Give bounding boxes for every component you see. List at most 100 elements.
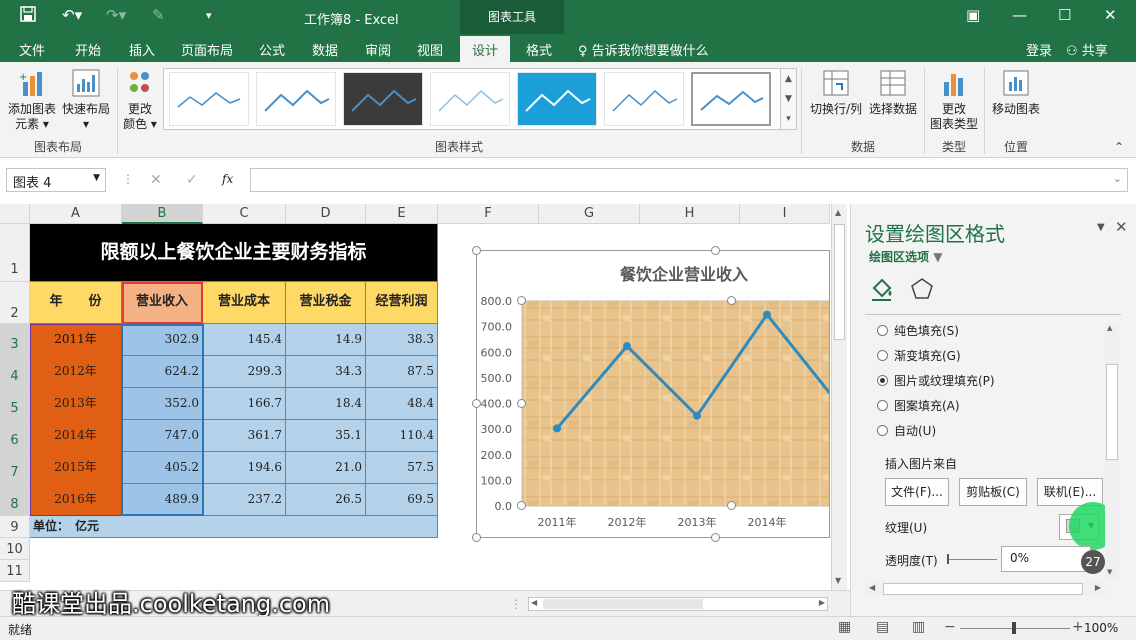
save-icon[interactable]: [20, 6, 36, 26]
name-box[interactable]: 图表 4 ▼: [6, 168, 106, 192]
plot-handle[interactable]: [517, 501, 526, 510]
plot-handle[interactable]: [727, 296, 736, 305]
tab-page-layout[interactable]: 页面布局: [181, 40, 233, 59]
formula-input[interactable]: ⌄: [250, 168, 1128, 192]
select-data-button[interactable]: 选择数据: [866, 68, 920, 117]
fill-option-pattern[interactable]: 图案填充(A): [877, 397, 960, 414]
cancel-icon[interactable]: ✕: [150, 172, 162, 188]
horizontal-scroll-thumb[interactable]: [543, 599, 703, 609]
page-break-view-icon[interactable]: ▥: [912, 619, 925, 635]
file-button[interactable]: 文件(F)...: [885, 478, 949, 506]
pane-scroll-right-icon[interactable]: ▶: [1095, 583, 1101, 592]
select-all-corner[interactable]: [0, 204, 30, 224]
header-cost[interactable]: 营业成本: [203, 282, 286, 324]
chart-styles-gallery[interactable]: ▲ ▼ ▾: [163, 68, 797, 130]
resize-handle[interactable]: [472, 399, 481, 408]
tab-data[interactable]: 数据: [312, 40, 338, 59]
column-header-f[interactable]: F: [438, 204, 539, 224]
tab-file[interactable]: 文件: [19, 40, 45, 59]
vertical-scrollbar[interactable]: ▲ ▼: [831, 204, 847, 590]
customize-qat-icon[interactable]: ▾: [206, 9, 212, 22]
cell-tax[interactable]: 18.4: [286, 388, 366, 420]
redo-icon[interactable]: ↷▾: [106, 6, 126, 24]
tab-insert[interactable]: 插入: [129, 40, 155, 59]
enter-icon[interactable]: ✓: [186, 172, 198, 188]
page-layout-view-icon[interactable]: ▤: [876, 619, 889, 635]
plot-handle[interactable]: [517, 399, 526, 408]
row-header-2[interactable]: 2: [0, 282, 30, 324]
row-header-3[interactable]: 3: [0, 324, 30, 356]
scroll-left-icon[interactable]: ◀: [531, 598, 537, 607]
cell-cost[interactable]: 237.2: [203, 484, 286, 516]
fill-option-gradient[interactable]: 渐变填充(G): [877, 347, 961, 364]
plot-handle[interactable]: [727, 501, 736, 510]
cell-cost[interactable]: 299.3: [203, 356, 286, 388]
cell-tax[interactable]: 35.1: [286, 420, 366, 452]
vertical-scroll-thumb[interactable]: [834, 224, 845, 340]
fill-option-solid[interactable]: 纯色填充(S): [877, 322, 959, 339]
scroll-down-icon[interactable]: ▼: [835, 576, 841, 585]
row-header-1[interactable]: 1: [0, 224, 30, 282]
switch-row-column-button[interactable]: 切换行/列: [808, 68, 864, 117]
tab-view[interactable]: 视图: [417, 40, 443, 59]
zoom-out-icon[interactable]: −: [944, 619, 956, 635]
clipboard-button[interactable]: 剪贴板(C): [959, 478, 1027, 506]
row-header-11[interactable]: 11: [0, 560, 30, 582]
cell-profit[interactable]: 57.5: [366, 452, 438, 484]
fill-line-tab[interactable]: [869, 276, 895, 302]
name-box-dropdown-icon[interactable]: ▼: [93, 173, 100, 183]
data-point[interactable]: [553, 424, 561, 433]
horizontal-scrollbar[interactable]: ◀ ▶: [528, 597, 828, 611]
login-link[interactable]: 登录: [1026, 40, 1052, 59]
tell-me-search[interactable]: ♀ 告诉我你想要做什么: [578, 40, 709, 59]
header-profit[interactable]: 经营利润: [366, 282, 438, 324]
cell-tax[interactable]: 21.0: [286, 452, 366, 484]
row-header-5[interactable]: 5: [0, 388, 30, 420]
pane-close-icon[interactable]: ✕: [1115, 218, 1128, 236]
pane-scroll-thumb[interactable]: [1106, 364, 1118, 460]
change-chart-type-button[interactable]: 更改 图表类型: [928, 68, 980, 132]
column-header-c[interactable]: C: [203, 204, 286, 224]
column-header-a[interactable]: A: [30, 204, 122, 224]
data-point[interactable]: [693, 411, 701, 420]
effects-tab[interactable]: [909, 276, 935, 302]
row-header-7[interactable]: 7: [0, 452, 30, 484]
gallery-scroll[interactable]: ▲ ▼ ▾: [780, 69, 796, 129]
expand-formula-icon[interactable]: ⌄: [1113, 172, 1122, 185]
pane-hscroll-thumb[interactable]: [883, 583, 1083, 595]
cell-profit[interactable]: 110.4: [366, 420, 438, 452]
chart-style-5[interactable]: [517, 72, 597, 126]
cell-cost[interactable]: 194.6: [203, 452, 286, 484]
column-header-b[interactable]: B: [122, 204, 203, 224]
scroll-up-icon[interactable]: ▲: [835, 208, 841, 217]
tab-formulas[interactable]: 公式: [259, 40, 285, 59]
close-icon[interactable]: ✕: [1104, 6, 1117, 24]
row-header-4[interactable]: 4: [0, 356, 30, 388]
cell-tax[interactable]: 34.3: [286, 356, 366, 388]
pane-scroll-down-icon[interactable]: ▼: [1107, 568, 1112, 576]
chart-style-7[interactable]: [691, 72, 771, 126]
chart-style-3[interactable]: [343, 72, 423, 126]
zoom-slider-thumb[interactable]: [1012, 622, 1016, 634]
format-painter-icon[interactable]: ✎: [152, 6, 165, 24]
table-title[interactable]: 限额以上餐饮企业主要财务指标: [30, 224, 438, 282]
header-revenue[interactable]: 营业收入: [122, 282, 203, 324]
header-tax[interactable]: 营业税金: [286, 282, 366, 324]
tab-format[interactable]: 格式: [526, 40, 552, 59]
fx-icon[interactable]: fx: [222, 172, 233, 186]
data-point[interactable]: [763, 310, 771, 319]
column-header-i[interactable]: I: [740, 204, 830, 224]
ribbon-display-icon[interactable]: ▣: [966, 6, 980, 24]
fill-option-auto[interactable]: 自动(U): [877, 422, 936, 439]
column-header-h[interactable]: H: [640, 204, 740, 224]
pane-scrollbar[interactable]: ▲ ▼: [1105, 324, 1119, 580]
quick-layout-button[interactable]: 快速布局 ▾: [60, 68, 112, 132]
resize-handle[interactable]: [472, 533, 481, 542]
minimize-icon[interactable]: —: [1012, 6, 1027, 24]
column-header-d[interactable]: D: [286, 204, 366, 224]
cell-profit[interactable]: 38.3: [366, 324, 438, 356]
maximize-icon[interactable]: ☐: [1058, 6, 1071, 24]
resize-handle[interactable]: [711, 246, 720, 255]
transparency-slider[interactable]: [947, 559, 997, 560]
row-header-8[interactable]: 8: [0, 484, 30, 516]
